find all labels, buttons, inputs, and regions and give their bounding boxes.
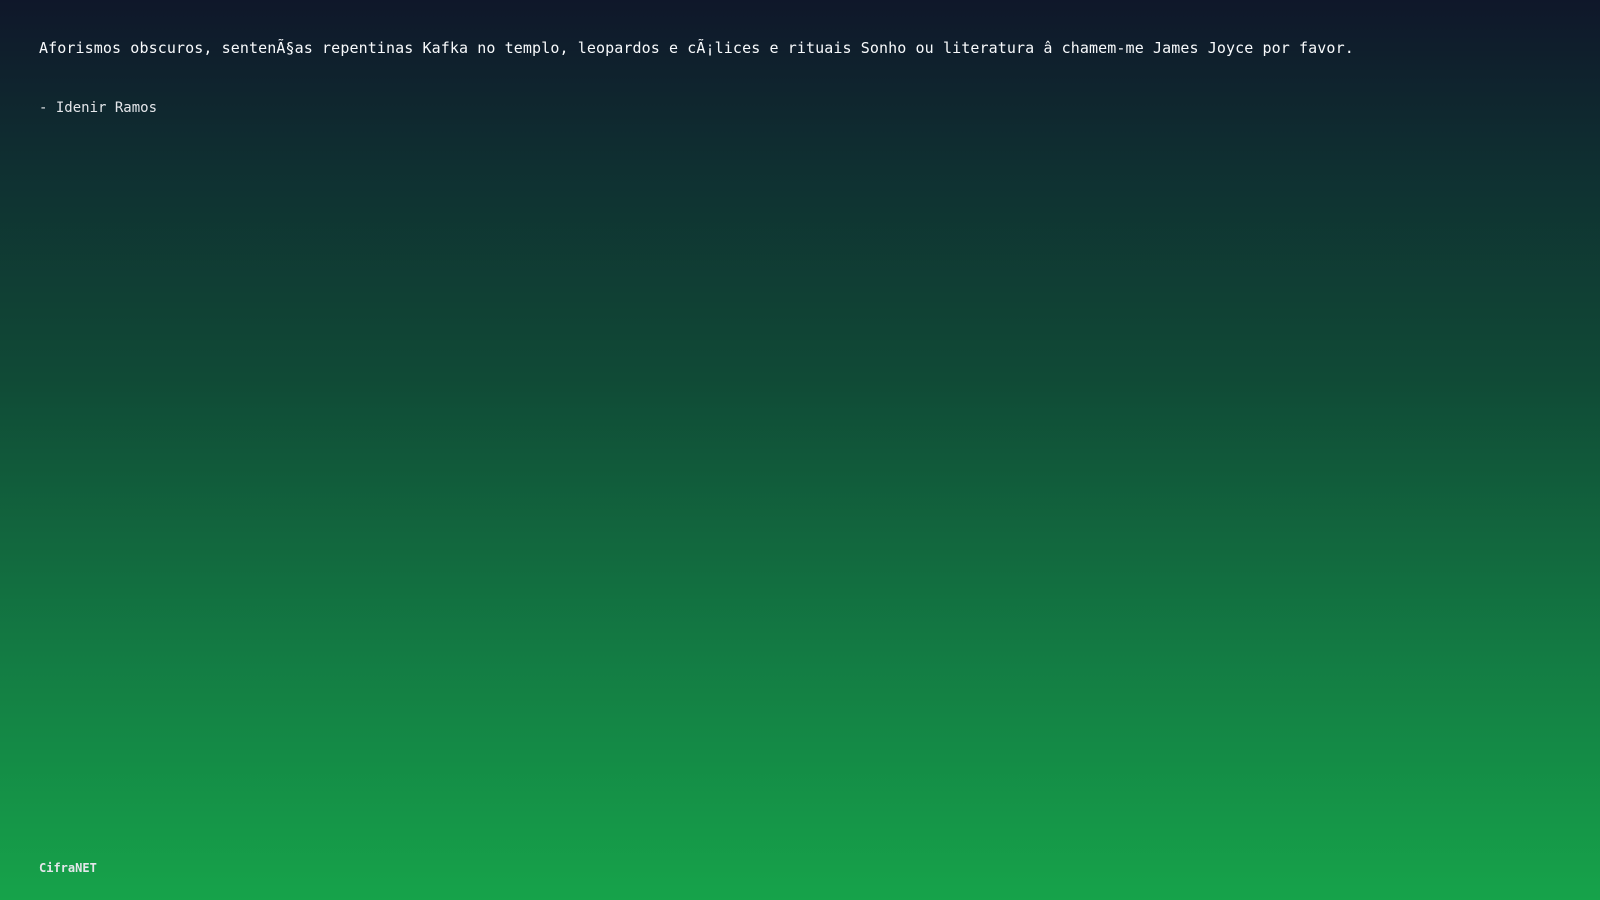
brand-label: CifraNET bbox=[39, 861, 97, 875]
quote-screen: { "quote": { "text": "Aforismos obscuros… bbox=[0, 0, 1600, 900]
quote-text: Aforismos obscuros, sentenÃ§as repentina… bbox=[39, 39, 1354, 57]
author-signature: - Idenir Ramos bbox=[39, 100, 158, 116]
